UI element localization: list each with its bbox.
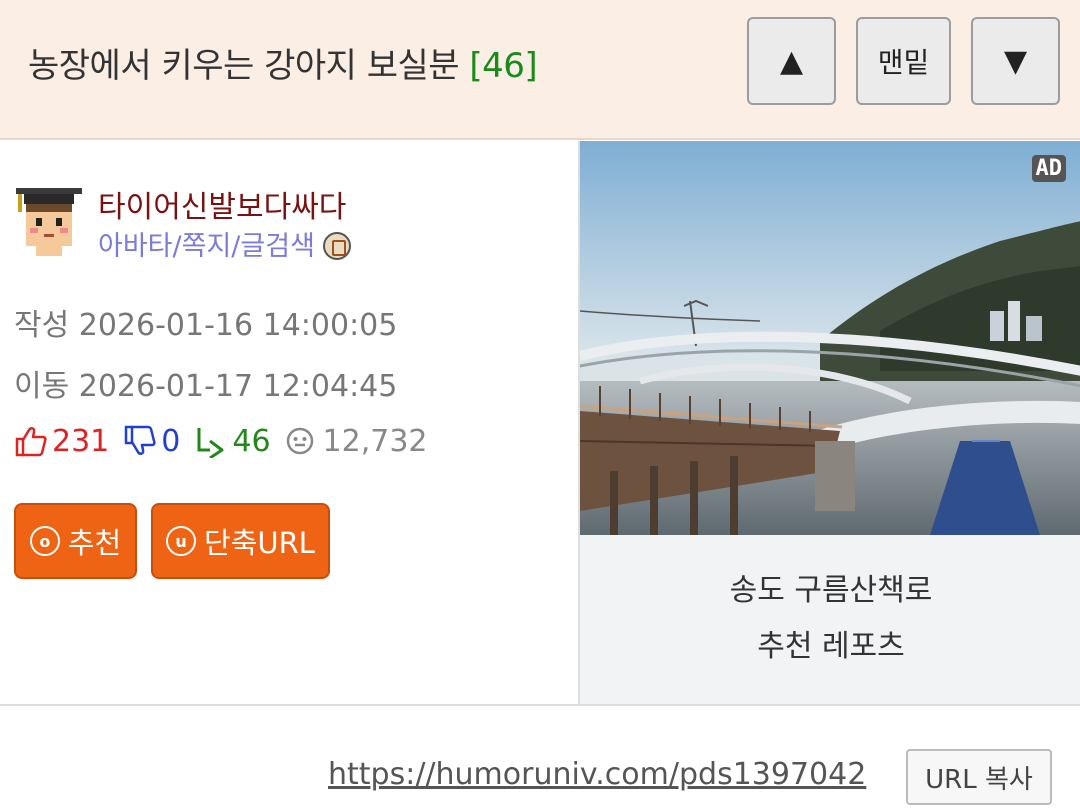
ad-label: AD bbox=[1031, 155, 1066, 182]
downvote-count: 0 bbox=[161, 423, 181, 459]
reply-arrow-icon bbox=[197, 428, 224, 458]
copy-url-button[interactable]: URL 복사 bbox=[906, 749, 1052, 805]
created-date: 작성 2026-01-16 14:00:05 bbox=[14, 308, 398, 343]
recommend-icon: o bbox=[29, 526, 60, 556]
post-header: 농장에서 키우는 강아지 보실분 [46] ▲ 맨밑 ▼ bbox=[0, 0, 1080, 140]
post-title: 농장에서 키우는 강아지 보실분 [46] bbox=[28, 38, 538, 87]
author-links: 아바타/쪽지/글검색 bbox=[98, 224, 351, 263]
ad-caption-line1: 송도 구름산책로 bbox=[729, 573, 933, 608]
short-url-label: 단축URL bbox=[204, 526, 315, 560]
recommend-button[interactable]: o 추천 bbox=[14, 503, 137, 579]
scroll-top-button[interactable]: ▲ bbox=[747, 17, 836, 105]
author-nickname[interactable]: 타이어신발보다싸다 bbox=[98, 182, 346, 226]
member-badge-icon bbox=[322, 231, 351, 260]
author-links-text[interactable]: 아바타/쪽지/글검색 bbox=[98, 231, 315, 262]
comment-count[interactable]: [46] bbox=[469, 46, 537, 86]
thumbs-up-icon bbox=[15, 427, 47, 457]
thumbs-down-icon bbox=[125, 425, 156, 455]
ad-caption[interactable]: 송도 구름산책로 추천 레포츠 bbox=[580, 563, 1080, 675]
ad-banner[interactable]: AD 송도 구름산책로 추천 레포츠 bbox=[578, 141, 1080, 704]
view-count: 12,732 bbox=[322, 423, 428, 459]
recommend-label: 추천 bbox=[67, 526, 122, 560]
short-url-icon: u bbox=[166, 526, 197, 556]
upvote-count: 231 bbox=[52, 423, 110, 459]
avatar[interactable] bbox=[14, 184, 84, 258]
scroll-bottom-button[interactable]: 맨밑 bbox=[856, 17, 951, 105]
short-url-button[interactable]: u 단축URL bbox=[151, 503, 330, 579]
post-stats: 231 0 46 12,732 bbox=[14, 421, 428, 461]
post-title-text: 농장에서 키우는 강아지 보실분 bbox=[28, 46, 460, 86]
view-count-icon bbox=[286, 427, 313, 455]
divider bbox=[0, 704, 1080, 706]
reply-count: 46 bbox=[232, 423, 271, 459]
ad-image[interactable] bbox=[580, 141, 1080, 535]
post-url-link[interactable]: https://humoruniv.com/pds1397042 bbox=[328, 757, 866, 792]
next-button[interactable]: ▼ bbox=[971, 17, 1060, 105]
moved-date: 이동 2026-01-17 12:04:45 bbox=[14, 369, 398, 404]
ad-caption-line2: 추천 레포츠 bbox=[757, 629, 905, 664]
